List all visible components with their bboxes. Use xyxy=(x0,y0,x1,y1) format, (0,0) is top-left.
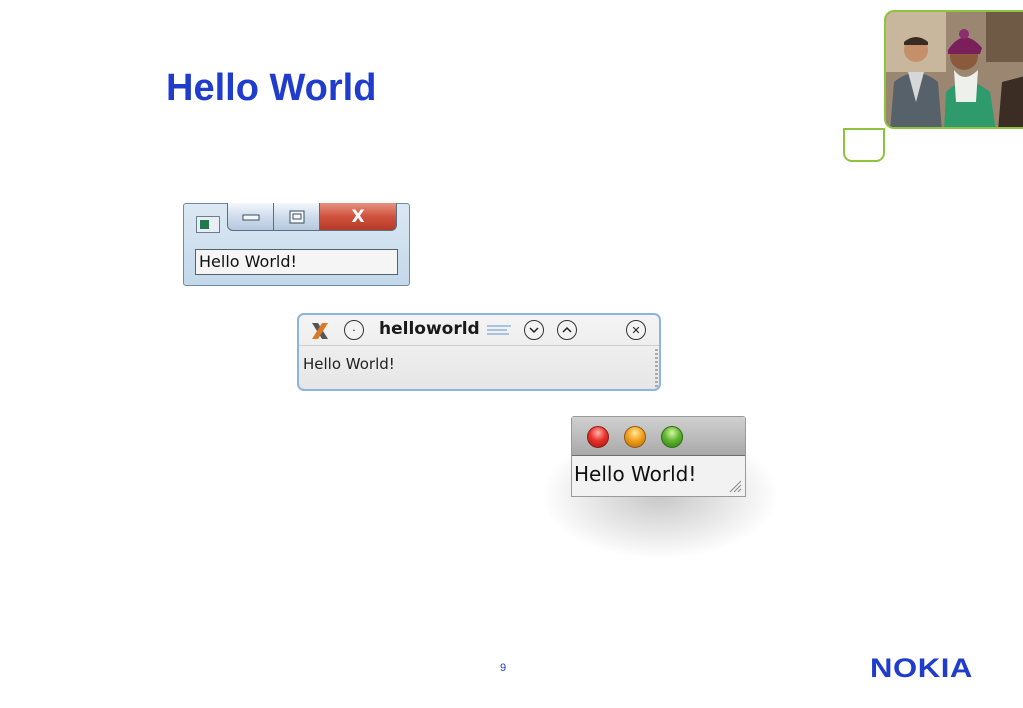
close-button[interactable]: X xyxy=(320,203,397,231)
close-icon: X xyxy=(351,206,365,227)
maximize-button[interactable] xyxy=(274,203,320,231)
nokia-logo: NOKIA xyxy=(870,653,973,683)
close-icon: ✕ xyxy=(631,323,641,337)
maximize-icon xyxy=(289,210,304,223)
chevron-down-icon xyxy=(529,327,539,334)
app-icon[interactable] xyxy=(196,216,220,233)
page-number: 9 xyxy=(500,662,507,674)
title-lines-icon xyxy=(487,325,511,335)
minimize-button[interactable] xyxy=(524,320,544,340)
window-title: helloworld xyxy=(379,319,480,339)
close-button[interactable]: ✕ xyxy=(626,320,646,340)
app-menu-icon[interactable] xyxy=(309,320,331,342)
people-photo xyxy=(884,10,1023,129)
mac-titlebar[interactable] xyxy=(572,417,745,456)
windows-vista-window: X Hello World! xyxy=(183,203,410,286)
zoom-button[interactable] xyxy=(661,426,683,448)
resize-grip-icon[interactable] xyxy=(728,479,742,493)
kde-titlebar[interactable]: · helloworld ✕ xyxy=(299,315,659,346)
chevron-up-icon xyxy=(562,326,572,333)
maximize-button[interactable] xyxy=(557,320,577,340)
kde-window: · helloworld ✕ Hello World! xyxy=(297,313,661,391)
slide-title: Hello World xyxy=(166,67,377,109)
resize-grip[interactable] xyxy=(655,349,658,389)
close-button[interactable] xyxy=(587,426,609,448)
decorative-green-square xyxy=(843,128,885,162)
minimize-icon xyxy=(242,214,259,220)
window-controls: X xyxy=(227,203,397,232)
hello-label: Hello World! xyxy=(303,355,395,373)
hello-text-field[interactable]: Hello World! xyxy=(195,249,398,275)
mac-window: Hello World! xyxy=(571,416,746,497)
minimize-button[interactable] xyxy=(624,426,646,448)
on-all-desktops-button[interactable]: · xyxy=(344,320,364,340)
minimize-button[interactable] xyxy=(227,203,274,231)
hello-label: Hello World! xyxy=(574,462,697,486)
